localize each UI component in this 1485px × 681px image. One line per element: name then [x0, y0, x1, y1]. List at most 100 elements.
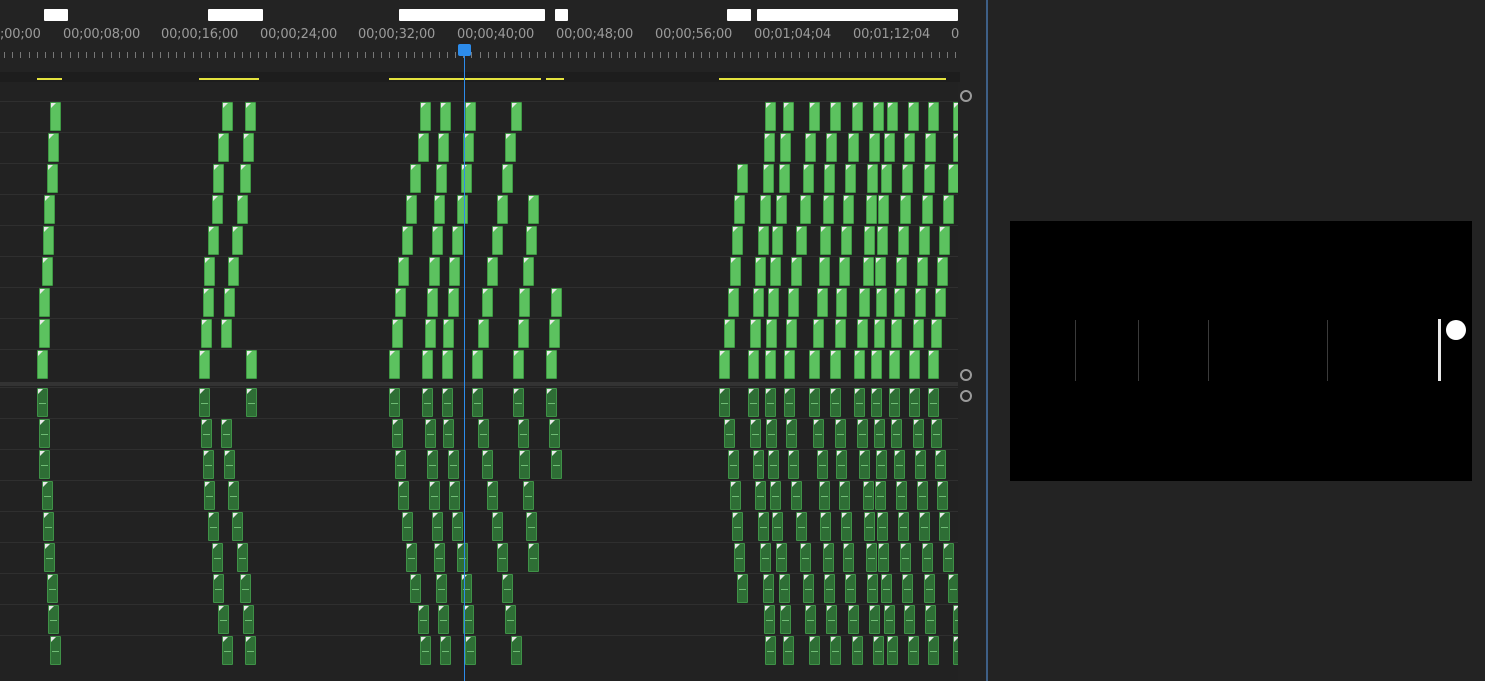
- video-clip[interactable]: [889, 350, 900, 379]
- video-clip[interactable]: [719, 350, 730, 379]
- video-clip[interactable]: [780, 133, 791, 162]
- video-clip[interactable]: [939, 226, 950, 255]
- audio-clip[interactable]: [788, 450, 799, 479]
- video-clip[interactable]: [452, 226, 463, 255]
- video-clip[interactable]: [492, 226, 503, 255]
- video-clip[interactable]: [448, 288, 459, 317]
- audio-clip[interactable]: [208, 512, 219, 541]
- playhead-line[interactable]: [464, 56, 465, 681]
- meter-handle-icon[interactable]: [1446, 320, 1466, 340]
- audio-clip[interactable]: [465, 636, 476, 665]
- marker-label[interactable]: [399, 9, 545, 21]
- audio-clip[interactable]: [732, 512, 743, 541]
- video-clip[interactable]: [937, 257, 948, 286]
- video-clip[interactable]: [42, 257, 53, 286]
- audio-clip[interactable]: [224, 450, 235, 479]
- audio-clip[interactable]: [511, 636, 522, 665]
- video-clip[interactable]: [887, 102, 898, 131]
- audio-clip[interactable]: [406, 543, 417, 572]
- video-clip[interactable]: [482, 288, 493, 317]
- video-clip[interactable]: [748, 350, 759, 379]
- video-clip[interactable]: [732, 226, 743, 255]
- audio-clip[interactable]: [730, 481, 741, 510]
- audio-clip[interactable]: [482, 450, 493, 479]
- audio-clip[interactable]: [212, 543, 223, 572]
- video-clip[interactable]: [898, 226, 909, 255]
- audio-clip[interactable]: [429, 481, 440, 510]
- audio-clip[interactable]: [852, 636, 863, 665]
- video-clip[interactable]: [395, 288, 406, 317]
- video-clip[interactable]: [765, 102, 776, 131]
- audio-clip[interactable]: [937, 481, 948, 510]
- video-clip[interactable]: [852, 102, 863, 131]
- video-clip[interactable]: [935, 288, 946, 317]
- video-clip[interactable]: [47, 164, 58, 193]
- audio-clip[interactable]: [37, 388, 48, 417]
- video-clip[interactable]: [873, 102, 884, 131]
- marker-range-bar[interactable]: [37, 78, 62, 80]
- video-clip[interactable]: [919, 226, 930, 255]
- video-clip[interactable]: [222, 102, 233, 131]
- video-clip[interactable]: [830, 102, 841, 131]
- audio-clip[interactable]: [826, 605, 837, 634]
- audio-clip[interactable]: [866, 543, 877, 572]
- audio-clip[interactable]: [854, 388, 865, 417]
- video-clip[interactable]: [549, 319, 560, 348]
- audio-clip[interactable]: [765, 636, 776, 665]
- audio-clip[interactable]: [931, 419, 942, 448]
- audio-clip[interactable]: [438, 605, 449, 634]
- audio-clip[interactable]: [896, 481, 907, 510]
- video-clip[interactable]: [928, 350, 939, 379]
- audio-clip[interactable]: [863, 481, 874, 510]
- video-clip[interactable]: [796, 226, 807, 255]
- audio-clip[interactable]: [546, 388, 557, 417]
- video-clip[interactable]: [442, 350, 453, 379]
- video-clip[interactable]: [791, 257, 802, 286]
- video-clip[interactable]: [730, 257, 741, 286]
- video-clip[interactable]: [809, 350, 820, 379]
- audio-clip[interactable]: [440, 636, 451, 665]
- video-clip[interactable]: [770, 257, 781, 286]
- audio-clip[interactable]: [551, 450, 562, 479]
- audio-clip[interactable]: [422, 388, 433, 417]
- video-clip[interactable]: [406, 195, 417, 224]
- video-clip[interactable]: [931, 319, 942, 348]
- video-clip[interactable]: [765, 350, 776, 379]
- video-clip[interactable]: [864, 226, 875, 255]
- audio-clip[interactable]: [869, 605, 880, 634]
- video-clip[interactable]: [788, 288, 799, 317]
- video-clip[interactable]: [237, 195, 248, 224]
- audio-clip[interactable]: [461, 574, 472, 603]
- audio-clip[interactable]: [449, 481, 460, 510]
- audio-clip[interactable]: [859, 450, 870, 479]
- audio-clip[interactable]: [904, 605, 915, 634]
- video-clip[interactable]: [805, 133, 816, 162]
- video-clip[interactable]: [854, 350, 865, 379]
- audio-clip[interactable]: [39, 450, 50, 479]
- video-clip[interactable]: [857, 319, 868, 348]
- video-clip[interactable]: [724, 319, 735, 348]
- video-clip[interactable]: [39, 288, 50, 317]
- video-clip[interactable]: [228, 257, 239, 286]
- audio-clip[interactable]: [222, 636, 233, 665]
- video-clip[interactable]: [528, 195, 539, 224]
- video-clip[interactable]: [826, 133, 837, 162]
- marker-label[interactable]: [757, 9, 958, 21]
- audio-clip[interactable]: [43, 512, 54, 541]
- video-clip[interactable]: [874, 319, 885, 348]
- video-clip[interactable]: [915, 288, 926, 317]
- scroll-handle-top-icon[interactable]: [960, 90, 972, 102]
- audio-clip[interactable]: [857, 419, 868, 448]
- video-clip[interactable]: [208, 226, 219, 255]
- audio-clip[interactable]: [221, 419, 232, 448]
- video-clip[interactable]: [402, 226, 413, 255]
- video-clip[interactable]: [465, 102, 476, 131]
- video-clip[interactable]: [943, 195, 954, 224]
- video-clip[interactable]: [758, 226, 769, 255]
- video-clip[interactable]: [472, 350, 483, 379]
- audio-clip[interactable]: [908, 636, 919, 665]
- audio-clip[interactable]: [805, 605, 816, 634]
- video-clip[interactable]: [908, 102, 919, 131]
- audio-clip[interactable]: [213, 574, 224, 603]
- audio-clip[interactable]: [830, 388, 841, 417]
